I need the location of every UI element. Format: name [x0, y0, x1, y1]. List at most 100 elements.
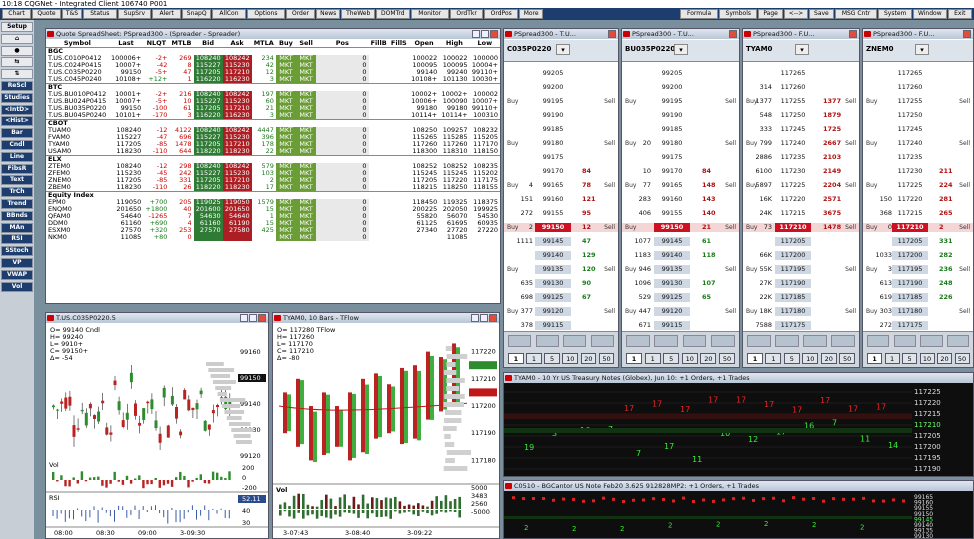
dom-action-button[interactable]	[831, 335, 855, 347]
qty-button-20[interactable]: 20	[580, 353, 597, 364]
menu-domtrd[interactable]: DOMTrd	[376, 9, 410, 19]
menu-right-3[interactable]: <-->	[783, 9, 809, 19]
dom-price-row[interactable]: 99155 272 95	[504, 209, 618, 218]
dom-sell-button[interactable]: Sell	[604, 97, 615, 106]
price-chart[interactable]: O= 99140 Cndl H= 99240 L= 9910+ C= 99150+ Δ=…	[46, 324, 268, 538]
dom-price-row[interactable]: 99205	[622, 69, 739, 78]
sidebar-tool-5[interactable]: ReScl	[1, 81, 33, 91]
dom-price-row[interactable]: 99195 Buy Sell	[622, 97, 739, 106]
dom-price-row[interactable]: 117200 66K	[743, 251, 859, 260]
cell-buy[interactable]: MKT	[275, 98, 297, 105]
dom-price-row[interactable]: 99180 20 Buy Sell	[622, 139, 739, 148]
dom-price-row[interactable]: 117195 55K Buy Sell	[743, 265, 859, 274]
dom-sell-button[interactable]: Sell	[725, 139, 736, 148]
cell-sell[interactable]: MKT	[296, 55, 317, 62]
close-icon[interactable]	[489, 314, 497, 322]
dom-sell-button[interactable]: Sell	[845, 265, 856, 274]
dom-price-row[interactable]: 117265	[863, 69, 973, 78]
dom-price-row[interactable]: 117250 548 1879	[743, 111, 859, 120]
dom-price-row[interactable]: 99165 4 78 Buy Sell	[504, 181, 618, 190]
menu-right-2[interactable]: Page	[758, 9, 783, 19]
maximize-icon[interactable]	[481, 30, 489, 38]
menu-ts[interactable]: T&S	[62, 9, 82, 19]
dom-sell-button[interactable]: Sell	[604, 265, 615, 274]
qty-button-50[interactable]: 50	[839, 353, 856, 364]
dom-sell-button[interactable]: Sell	[725, 265, 736, 274]
dom-price-row[interactable]: 99200	[622, 83, 739, 92]
cell-sell[interactable]: MKT	[296, 163, 317, 170]
qty-button-20[interactable]: 20	[937, 353, 953, 364]
dom-price-row[interactable]: 117230 211	[863, 167, 973, 176]
dom-price-row[interactable]: 99185	[504, 125, 618, 134]
table-row[interactable]: T.US.BU035P0220 99150 -100 61 117205 117210 21…	[46, 105, 500, 112]
dom-price-row[interactable]: 99175	[622, 153, 739, 162]
dom-sell-button[interactable]: Sell	[845, 223, 856, 232]
menu-allcon[interactable]: AllCon	[212, 9, 246, 19]
sidebar-tool-20[interactable]: VP	[1, 258, 33, 268]
dom-buy-button[interactable]: Buy	[746, 307, 757, 316]
dom-buy-button[interactable]: Buy	[625, 265, 636, 274]
dom-price-row[interactable]: 117245	[863, 125, 973, 134]
close-icon[interactable]	[729, 30, 737, 38]
cell-buy[interactable]: MKT	[275, 134, 297, 141]
dom-price-row[interactable]: 99150 2 12 Buy Sell	[504, 223, 618, 232]
table-row[interactable]: TYAM0 117205 -85 1478 117205 117210 178 MKT MKT 0…	[46, 141, 500, 148]
maximize-icon[interactable]	[480, 314, 488, 322]
dom-action-button[interactable]	[893, 335, 917, 347]
menu-options[interactable]: Options	[246, 9, 285, 19]
dom-sell-button[interactable]: Sell	[725, 223, 736, 232]
menu-alert[interactable]: Alert	[152, 9, 182, 19]
dom-price-row[interactable]: 99190	[504, 111, 618, 120]
menu-right-4[interactable]: Save	[809, 9, 834, 19]
cell-sell[interactable]: MKT	[296, 76, 317, 84]
dom-price-row[interactable]: 117250	[863, 111, 973, 120]
table-row[interactable]: ZNEM0 117205 -85 331 117205 117210 2 MKT MKT 0 117…	[46, 177, 500, 184]
dom-sell-button[interactable]: Sell	[604, 139, 615, 148]
dom-action-button[interactable]	[626, 335, 650, 347]
cell-buy[interactable]: MKT	[275, 76, 297, 84]
dom-price-row[interactable]: 99205	[504, 69, 618, 78]
cell-buy[interactable]: MKT	[275, 127, 297, 134]
dom-price-row[interactable]: 99160 151 121	[504, 195, 618, 204]
dom-price-row[interactable]: 117180 18K Buy Sell	[743, 307, 859, 316]
cell-sell[interactable]: MKT	[296, 227, 317, 234]
table-row[interactable]: ZFEM0 115230 -45 242 115227 115230 103 MKT MKT 0 1…	[46, 170, 500, 177]
menu-news[interactable]: News	[316, 9, 341, 19]
dom-action-button[interactable]	[775, 335, 799, 347]
dom-price-row[interactable]: 117210 73 1478 Buy Sell	[743, 223, 859, 232]
dom-sell-button[interactable]: Sell	[959, 139, 970, 148]
menu-monitor[interactable]: Monitor	[410, 9, 449, 19]
cell-sell[interactable]: MKT	[296, 91, 317, 98]
cell-sell[interactable]: MKT	[296, 170, 317, 177]
qty-button-1[interactable]: 1	[508, 353, 524, 364]
menu-right-7[interactable]: Window	[913, 9, 947, 19]
dom-menu-button[interactable]: ▾	[674, 44, 688, 55]
dom-price-row[interactable]: 99185	[622, 125, 739, 134]
dom-sell-button[interactable]: Sell	[604, 223, 615, 232]
dom-buy-button[interactable]: Buy	[507, 265, 518, 274]
dom-sell-button[interactable]: Sell	[845, 181, 856, 190]
dom-price-row[interactable]: 117190 27K	[743, 279, 859, 288]
close-icon[interactable]	[849, 30, 857, 38]
dom-price-row[interactable]: 99130 635 90	[504, 279, 618, 288]
sidebar-tool-12[interactable]: FibsR	[1, 163, 33, 174]
dom-sell-button[interactable]: Sell	[959, 265, 970, 274]
menu-right-6[interactable]: System	[878, 9, 912, 19]
dom-price-row[interactable]: 117235	[863, 153, 973, 162]
menu-quote[interactable]: Quote	[32, 9, 61, 19]
qty-button-1[interactable]: 1	[526, 353, 542, 364]
dom-price-row[interactable]: 99140 129	[504, 251, 618, 260]
dom-action-button[interactable]	[920, 335, 943, 347]
dom-buy-button[interactable]: Buy	[746, 265, 757, 274]
table-row[interactable]: T.US.C024P0415 10007+ -42 8 115227 115230 42 MK…	[46, 62, 500, 69]
dom-action-button[interactable]	[508, 335, 532, 347]
table-row[interactable]: USAM0 118230 -110 644 118220 118230 22 MKT MKT 0 1…	[46, 148, 500, 156]
cell-buy[interactable]: MKT	[275, 69, 297, 76]
dom-sell-button[interactable]: Sell	[845, 307, 856, 316]
cell-buy[interactable]: MKT	[275, 148, 297, 156]
cell-sell[interactable]: MKT	[296, 213, 317, 220]
dom-buy-button[interactable]: Buy	[625, 307, 636, 316]
qty-button-10[interactable]: 10	[919, 353, 935, 364]
cell-buy[interactable]: MKT	[275, 112, 297, 120]
dom-price-row[interactable]: 99120 447 Buy Sell	[622, 307, 739, 316]
